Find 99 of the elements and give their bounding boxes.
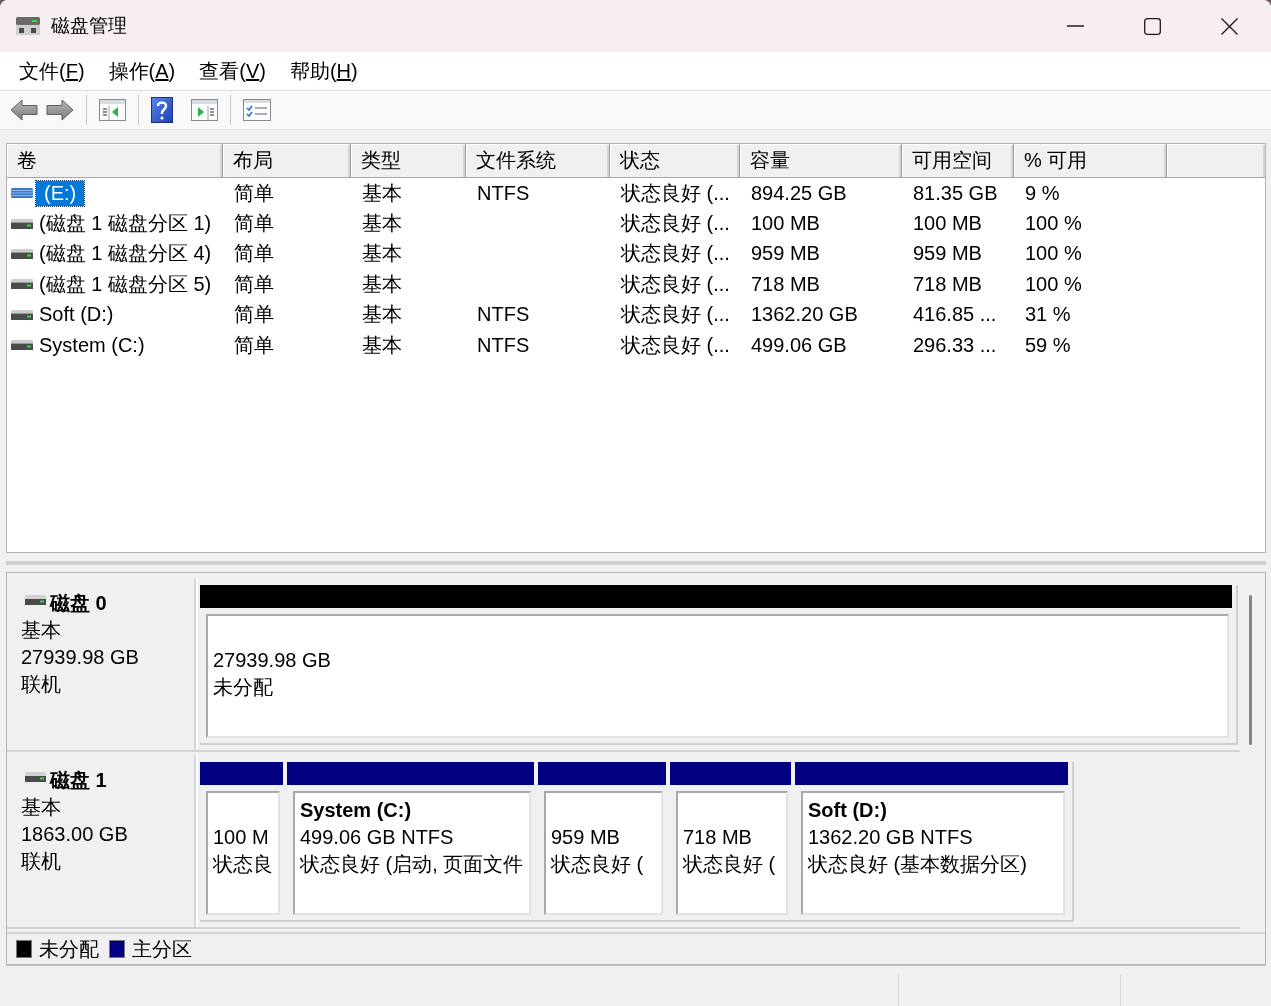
table-cell: 基本 [362,333,402,356]
column-header[interactable]: 状态 [610,144,740,177]
drive-icon [11,188,33,199]
column-header[interactable]: 卷 [7,144,223,177]
table-cell: 100 % [1025,212,1082,235]
menu-item[interactable]: 操作(A) [96,54,188,88]
volume-name[interactable]: (磁盘 1 磁盘分区 5) [36,271,215,297]
legend-label: 未分配 [39,936,99,962]
table-cell: 基本 [362,212,402,235]
drive-icon [11,248,33,259]
column-header[interactable]: % 可用 [1014,144,1167,177]
table-cell: 简单 [234,272,274,295]
volume-name[interactable]: (磁盘 1 磁盘分区 1) [36,211,215,237]
partition-text: 状态良好 (启动, 页面文件 [300,853,524,875]
table-cell: NTFS [477,303,530,326]
menu-item[interactable]: 文件(F) [7,54,97,88]
table-cell: 100 % [1025,272,1082,295]
table-cell: 状态良好 (... [621,181,730,204]
column-header[interactable]: 可用空间 [902,144,1014,177]
menu-item[interactable]: 帮助(H) [277,54,370,88]
partition-text: 499.06 GB NTFS [300,826,454,848]
partition-text: 状态良好 (基本数据分区) [808,853,1027,875]
table-cell: 基本 [362,181,402,204]
table-cell: 基本 [362,242,402,265]
partition-text: 718 MB [683,826,752,848]
disk-drive-icon [25,595,46,606]
drive-icon [11,309,33,320]
column-header[interactable]: 容量 [740,144,902,177]
disk-type: 基本 [21,618,62,643]
drive-icon [11,340,33,351]
table-cell: 状态良好 (... [621,212,730,235]
column-header[interactable]: 类型 [351,144,466,177]
disk-status: 联机 [21,672,62,697]
table-cell: 基本 [362,303,402,326]
column-header[interactable]: 布局 [223,144,351,177]
table-cell: 简单 [234,181,274,204]
disk-size: 27939.98 GB [21,645,140,670]
scroll-bar-thumb[interactable] [1249,595,1252,745]
table-cell: 894.25 GB [751,181,847,204]
disk-size: 1863.00 GB [21,822,129,847]
minimize-icon [1067,25,1084,27]
partition-text: 27939.98 GB [213,649,331,671]
partition-text: 未分配 [213,676,273,698]
volume-name[interactable]: (E:) [36,180,85,206]
table-cell: 100 MB [913,212,982,235]
partition-title: Soft (D:) [808,798,888,823]
help-icon [151,97,173,123]
volume-name[interactable]: System (C:) [36,332,148,358]
window-title: 磁盘管理 [51,14,127,38]
disk-type: 基本 [21,795,62,820]
disk-name: 磁盘 1 [50,768,107,793]
partition-text: 959 MB [551,826,620,848]
partition-text: 1362.20 GB NTFS [808,826,973,848]
partition-text: 状态良 [213,853,273,875]
table-cell: 959 MB [913,242,982,265]
table-cell: 100 MB [751,212,820,235]
table-cell: NTFS [477,181,530,204]
table-cell: 499.06 GB [751,333,847,356]
table-cell: 59 % [1025,333,1071,356]
table-cell: 296.33 ... [913,333,997,356]
partition-text: 状态良好 ( [551,853,644,875]
table-cell: 简单 [234,242,274,265]
table-cell: 基本 [362,272,402,295]
table-cell: 状态良好 (... [621,333,730,356]
table-cell: 简单 [234,333,274,356]
drive-icon [11,218,33,229]
disk-status: 联机 [21,849,62,874]
table-cell: 81.35 GB [913,181,998,204]
partition-text: 状态良好 ( [683,853,776,875]
table-cell: 416.85 ... [913,303,997,326]
disk-drive-icon [25,772,46,783]
close-icon [1221,17,1238,35]
table-cell: 简单 [234,212,274,235]
volume-name[interactable]: (磁盘 1 磁盘分区 4) [36,241,215,267]
table-cell: 31 % [1025,303,1071,326]
table-cell: 959 MB [751,242,820,265]
left-arrow-icon [10,99,38,121]
table-cell: 状态良好 (... [621,272,730,295]
partition-title: System (C:) [300,798,413,823]
disk-drive-icon [15,14,41,38]
table-cell: NTFS [477,333,530,356]
checklist-icon [243,99,271,121]
table-cell: 简单 [234,303,274,326]
table-cell: 1362.20 GB [751,303,858,326]
table-cell: 状态良好 (... [621,242,730,265]
column-header[interactable]: 文件系统 [466,144,610,177]
menu-item[interactable]: 查看(V) [187,54,278,88]
right-arrow-icon [46,99,74,121]
table-cell: 9 % [1025,181,1060,204]
disk-name: 磁盘 0 [50,591,107,616]
table-cell: 状态良好 (... [621,303,730,326]
partition-text: 100 M [213,826,269,848]
table-cell: 100 % [1025,242,1082,265]
table-cell: 718 MB [913,272,982,295]
volume-name[interactable]: Soft (D:) [36,302,117,328]
table-cell: 718 MB [751,272,820,295]
drive-icon [11,279,33,290]
legend-label: 主分区 [132,936,192,962]
maximize-icon [1144,17,1161,35]
